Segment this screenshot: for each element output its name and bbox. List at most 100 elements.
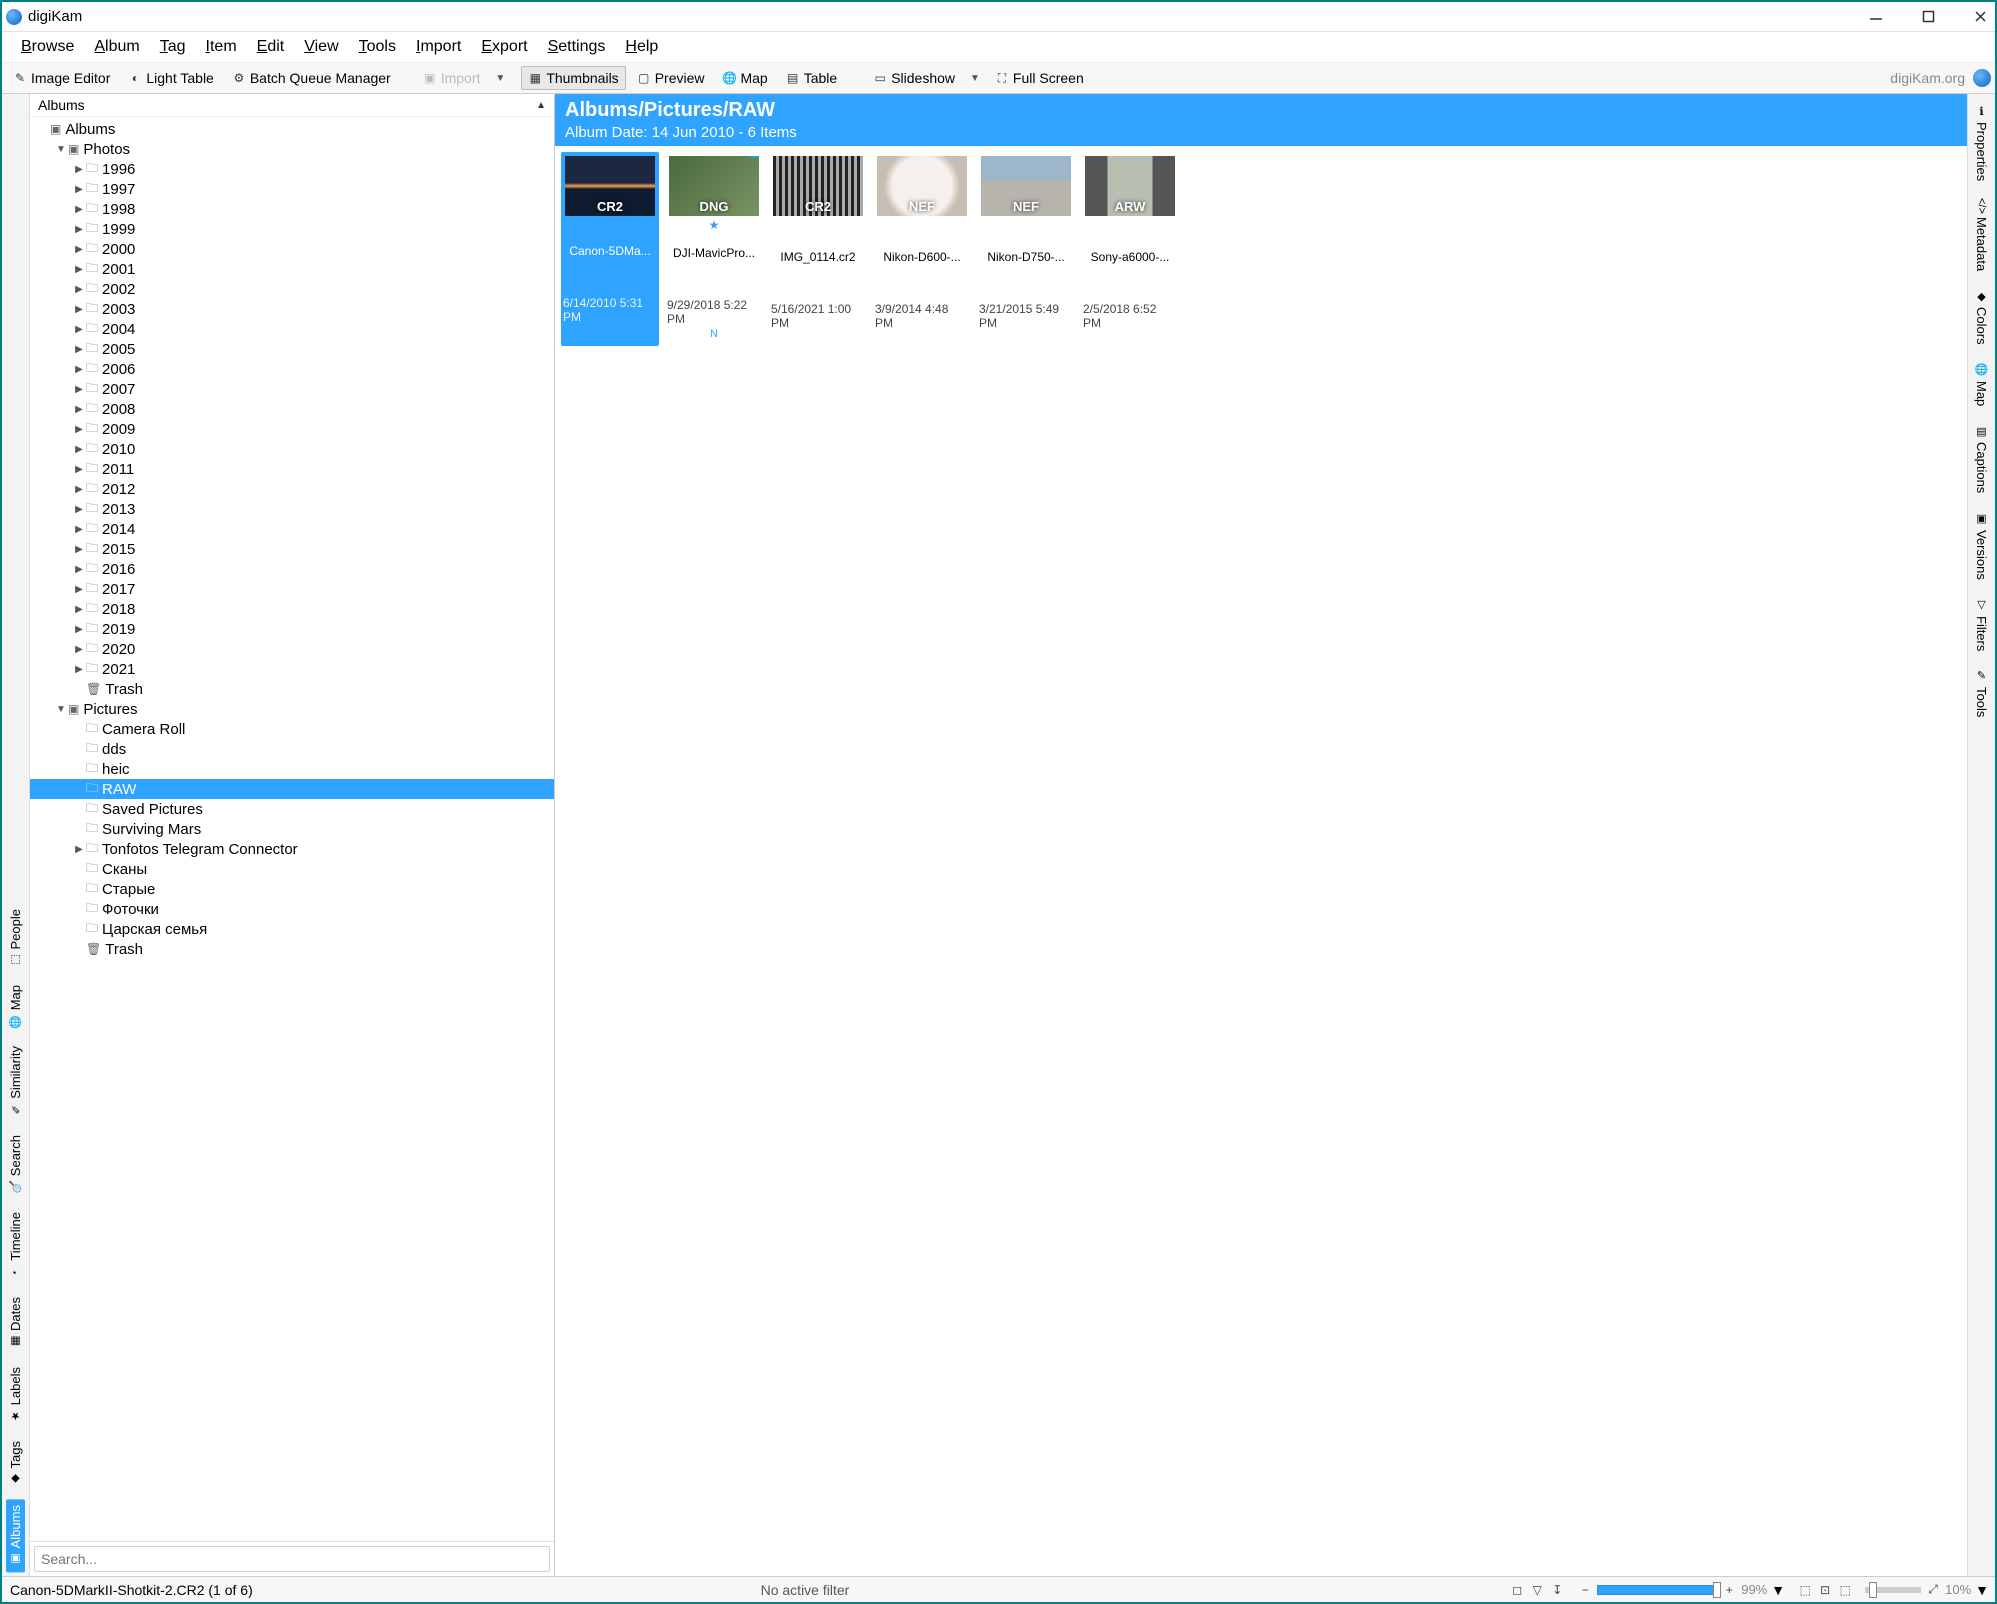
- thumbnail-item[interactable]: 🌐DNG★DJI-MavicPro...9/29/2018 5:22 PMN: [665, 152, 763, 346]
- tab-versions[interactable]: ▣Versions: [1972, 506, 1991, 586]
- twisty-icon[interactable]: ▶: [72, 244, 86, 255]
- slideshow-dropdown-icon[interactable]: ▼: [966, 73, 984, 84]
- tree-item-1998[interactable]: ▶🗀1998: [30, 199, 554, 219]
- tab-properties[interactable]: ℹProperties: [1972, 98, 1991, 187]
- thumb-expand-icon[interactable]: ⤢: [1925, 1582, 1941, 1598]
- tree-item-2014[interactable]: ▶🗀2014: [30, 519, 554, 539]
- tab-metadata[interactable]: </>Metadata: [1972, 193, 1991, 277]
- tree-item-2013[interactable]: ▶🗀2013: [30, 499, 554, 519]
- twisty-icon[interactable]: ▶: [72, 464, 86, 475]
- tree-item-2019[interactable]: ▶🗀2019: [30, 619, 554, 639]
- twisty-icon[interactable]: ▶: [72, 504, 86, 515]
- tree-item-2021[interactable]: ▶🗀2021: [30, 659, 554, 679]
- table-view-button[interactable]: ▤Table: [779, 66, 844, 90]
- tab-search[interactable]: 🔍Search: [6, 1129, 25, 1200]
- album-tree[interactable]: ▣Albums▼▣Photos▶🗀1996▶🗀1997▶🗀1998▶🗀1999▶…: [30, 117, 554, 1541]
- image-editor-button[interactable]: ✎Image Editor: [6, 66, 117, 90]
- twisty-icon[interactable]: ▶: [72, 404, 86, 415]
- maximize-button[interactable]: [1917, 6, 1939, 28]
- tree-item-2007[interactable]: ▶🗀2007: [30, 379, 554, 399]
- twisty-icon[interactable]: ▶: [72, 604, 86, 615]
- tab-people[interactable]: ⬚People: [6, 903, 25, 973]
- import-dropdown-icon[interactable]: ▼: [491, 73, 509, 84]
- menu-album[interactable]: Album: [85, 36, 148, 58]
- menu-import[interactable]: Import: [407, 36, 470, 58]
- preview-view-button[interactable]: ▢Preview: [630, 66, 712, 90]
- tree-item-pictures[interactable]: ▼▣Pictures: [30, 699, 554, 719]
- tree-item-2012[interactable]: ▶🗀2012: [30, 479, 554, 499]
- twisty-icon[interactable]: ▼: [54, 704, 68, 715]
- twisty-icon[interactable]: ▶: [72, 624, 86, 635]
- twisty-icon[interactable]: ▶: [72, 544, 86, 555]
- twisty-icon[interactable]: ▶: [72, 364, 86, 375]
- twisty-icon[interactable]: ▶: [72, 444, 86, 455]
- twisty-icon[interactable]: ▶: [72, 384, 86, 395]
- fit-window-icon[interactable]: ⬚: [1797, 1582, 1813, 1598]
- tab-captions[interactable]: ▤Captions: [1972, 418, 1991, 499]
- close-button[interactable]: [1969, 6, 1991, 28]
- tree-item-2020[interactable]: ▶🗀2020: [30, 639, 554, 659]
- tree-item-2000[interactable]: ▶🗀2000: [30, 239, 554, 259]
- slideshow-button[interactable]: ▭Slideshow: [866, 66, 962, 90]
- tree-item-photos[interactable]: ▼▣Photos: [30, 139, 554, 159]
- filter-funnel-icon[interactable]: ▽: [1529, 1582, 1545, 1598]
- tree-item-2005[interactable]: ▶🗀2005: [30, 339, 554, 359]
- twisty-icon[interactable]: ▶: [72, 284, 86, 295]
- batch-queue-manager-button[interactable]: ⚙Batch Queue Manager: [225, 66, 398, 90]
- tree-item-2018[interactable]: ▶🗀2018: [30, 599, 554, 619]
- twisty-icon[interactable]: ▶: [72, 264, 86, 275]
- tree-item-2001[interactable]: ▶🗀2001: [30, 259, 554, 279]
- collapse-tree-icon[interactable]: ▲: [536, 100, 546, 111]
- menu-export[interactable]: Export: [472, 36, 536, 58]
- menu-item[interactable]: Item: [197, 36, 246, 58]
- menu-view[interactable]: View: [295, 36, 347, 58]
- tree-item-tonfotos-telegram-connector[interactable]: ▶🗀Tonfotos Telegram Connector: [30, 839, 554, 859]
- tree-item-царская-семья[interactable]: 🗀Царская семья: [30, 919, 554, 939]
- zoom-in-icon[interactable]: +: [1721, 1582, 1737, 1598]
- tree-item-2017[interactable]: ▶🗀2017: [30, 579, 554, 599]
- thumbnail-item[interactable]: CR2IMG_0114.cr25/16/2021 1:00 PM: [769, 152, 867, 346]
- tree-item-1997[interactable]: ▶🗀1997: [30, 179, 554, 199]
- tree-item-2011[interactable]: ▶🗀2011: [30, 459, 554, 479]
- twisty-icon[interactable]: ▶: [72, 664, 86, 675]
- color-label-filter-icon[interactable]: ◻: [1509, 1582, 1525, 1598]
- fullscreen-button[interactable]: ⛶Full Screen: [988, 66, 1091, 90]
- tree-item-1996[interactable]: ▶🗀1996: [30, 159, 554, 179]
- tab-filters[interactable]: ▽Filters: [1972, 592, 1991, 657]
- twisty-icon[interactable]: ▶: [72, 204, 86, 215]
- tree-item-dds[interactable]: 🗀dds: [30, 739, 554, 759]
- tab-map[interactable]: 🌐Map: [6, 979, 25, 1034]
- tab-albums[interactable]: ▣Albums: [6, 1499, 25, 1572]
- thumbnail-item[interactable]: NEFNikon-D600-...3/9/2014 4:48 PM: [873, 152, 971, 346]
- light-table-button[interactable]: ◐Light Table: [121, 66, 220, 90]
- tree-item-2015[interactable]: ▶🗀2015: [30, 539, 554, 559]
- zoom-100-icon[interactable]: ⊡: [1817, 1582, 1833, 1598]
- twisty-icon[interactable]: ▶: [72, 564, 86, 575]
- twisty-icon[interactable]: ▶: [72, 184, 86, 195]
- twisty-icon[interactable]: ▶: [72, 344, 86, 355]
- tree-item-1999[interactable]: ▶🗀1999: [30, 219, 554, 239]
- thumbnails-view-button[interactable]: ▦Thumbnails: [521, 66, 625, 90]
- search-input[interactable]: [34, 1546, 550, 1572]
- menu-tools[interactable]: Tools: [350, 36, 405, 58]
- twisty-icon[interactable]: ▶: [72, 324, 86, 335]
- minimize-button[interactable]: [1865, 6, 1887, 28]
- twisty-icon[interactable]: ▶: [72, 484, 86, 495]
- tree-item-2010[interactable]: ▶🗀2010: [30, 439, 554, 459]
- tab-tags[interactable]: ◆Tags: [6, 1435, 25, 1492]
- twisty-icon[interactable]: ▶: [72, 304, 86, 315]
- tree-item-2016[interactable]: ▶🗀2016: [30, 559, 554, 579]
- tree-item-surviving-mars[interactable]: 🗀Surviving Mars: [30, 819, 554, 839]
- thumbnail-item[interactable]: ARWSony-a6000-...2/5/2018 6:52 PM: [1081, 152, 1179, 346]
- tree-item-trash-photos[interactable]: 🗑Trash: [30, 679, 554, 699]
- menu-tag[interactable]: Tag: [151, 36, 195, 58]
- tab-timeline[interactable]: ◔Timeline: [6, 1206, 25, 1285]
- thumbnail-grid[interactable]: CR2Canon-5DMa...6/14/2010 5:31 PM🌐DNG★DJ…: [555, 146, 1967, 1576]
- tree-root-albums[interactable]: ▣Albums: [30, 119, 554, 139]
- thumbnail-item[interactable]: CR2Canon-5DMa...6/14/2010 5:31 PM: [561, 152, 659, 346]
- thumb-size-dropdown[interactable]: ▼: [1975, 1582, 1989, 1598]
- tree-item-2006[interactable]: ▶🗀2006: [30, 359, 554, 379]
- tab-dates[interactable]: ▦Dates: [6, 1291, 25, 1355]
- tab-labels[interactable]: ★Labels: [6, 1361, 25, 1429]
- thumbnail-item[interactable]: NEFNikon-D750-...3/21/2015 5:49 PM: [977, 152, 1075, 346]
